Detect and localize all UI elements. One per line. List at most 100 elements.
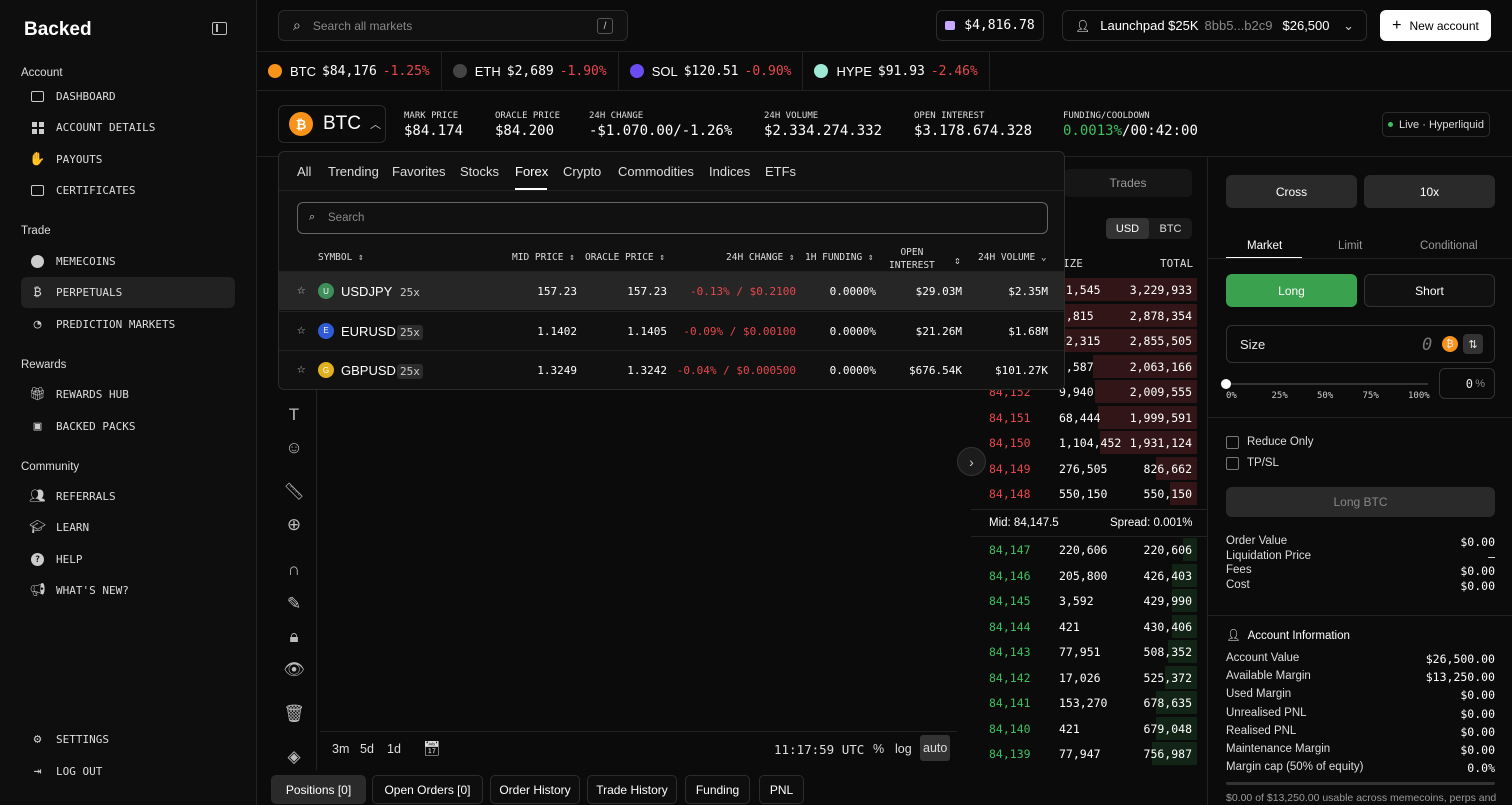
slider-mark[interactable]: 0% [1226, 391, 1237, 401]
category-indices[interactable]: Indices [709, 164, 750, 179]
bid-row[interactable]: 84,143 77,951 508,352 [971, 639, 1197, 664]
bid-row[interactable]: 84,146 205,800 426,403 [971, 563, 1197, 588]
size-slider-handle[interactable] [1221, 379, 1231, 389]
slider-mark[interactable]: 100% [1408, 391, 1430, 401]
market-search-input[interactable]: ⌕ Search [297, 202, 1048, 234]
tab-positions[interactable]: Positions [0] [271, 775, 366, 804]
bid-row[interactable]: 84,145 3,592 429,990 [971, 588, 1197, 613]
category-crypto[interactable]: Crypto [563, 164, 601, 179]
tab-trades[interactable]: Trades [1064, 169, 1192, 197]
tab-limit[interactable]: Limit [1338, 240, 1362, 252]
ask-row[interactable]: 84,151 68,444 1,999,591 [971, 405, 1197, 430]
col-1h-funding[interactable]: 1H FUNDING ⇕ [805, 252, 874, 263]
market-row[interactable]: ☆ U USDJPY 25x 157.23 157.23 -0.13% / $0.2100 0… [279, 271, 1064, 310]
log-toggle[interactable]: log [895, 742, 912, 756]
nav-logout[interactable]: ⇥ LOG OUT [21, 756, 235, 787]
col-oracle-price[interactable]: ORACLE PRICE ⇕ [585, 252, 665, 263]
ticker-hype[interactable]: HYPE $91.93 -2.46% [803, 52, 990, 90]
market-row[interactable]: ☆ G GBPUSD 25x 1.3249 1.3242 -0.04% / $0.00050… [279, 350, 1064, 389]
margin-mode-button[interactable]: Cross [1226, 175, 1357, 208]
tab-trade-history[interactable]: Trade History [587, 775, 677, 804]
ask-row[interactable]: 84,148 550,150 550,150 [971, 481, 1197, 506]
bid-row[interactable]: 84,147 220,606 220,606 [971, 537, 1197, 562]
bid-row[interactable]: 84,144 421 430,406 [971, 614, 1197, 639]
ruler-tool-icon[interactable]: 📏︎ [283, 481, 305, 503]
pencil-lock-icon[interactable]: ✎ [283, 593, 305, 615]
short-button[interactable]: Short [1364, 274, 1495, 307]
col-mid-price[interactable]: MID PRICE ⇕ [512, 252, 575, 263]
emoji-tool-icon[interactable]: ☺ [283, 437, 305, 459]
percent-toggle[interactable]: % [873, 742, 884, 756]
account-selector[interactable]: 👤︎ Launchpad $25K 8bb5...b2c9 $26,500 ⌄ [1062, 10, 1367, 41]
category-all[interactable]: All [297, 164, 311, 179]
nav-settings[interactable]: ⚙ SETTINGS [21, 724, 235, 755]
tab-pnl[interactable]: PNL [759, 775, 804, 804]
tab-order-history[interactable]: Order History [490, 775, 580, 804]
category-forex[interactable]: Forex [515, 164, 548, 179]
nav-perpetuals[interactable]: ₿ PERPETUALS [21, 277, 235, 308]
collapse-sidebar-icon[interactable] [212, 22, 227, 35]
unit-usd[interactable]: USD [1106, 218, 1149, 239]
ticker-eth[interactable]: ETH $2,689 -1.90% [442, 52, 619, 90]
ask-row[interactable]: 84,150 1,104,452 1,931,124 [971, 430, 1197, 455]
tab-conditional[interactable]: Conditional [1420, 240, 1478, 252]
new-account-button[interactable]: + New account [1380, 10, 1491, 41]
nav-account-details[interactable]: ACCOUNT DETAILS [21, 112, 235, 143]
nav-help[interactable]: ? HELP [21, 544, 235, 575]
col-24h-change[interactable]: 24H CHANGE ⇕ [726, 252, 795, 263]
nav-rewards-hub[interactable]: 🎁︎ REWARDS HUB [21, 379, 235, 410]
bid-row[interactable]: 84,141 153,270 678,635 [971, 690, 1197, 715]
favorite-star-icon[interactable]: ☆ [297, 282, 305, 298]
favorite-star-icon[interactable]: ☆ [297, 361, 305, 377]
ask-row[interactable]: 84,149 276,505 826,662 [971, 456, 1197, 481]
range-5d[interactable]: 5d [360, 742, 374, 756]
tab-funding[interactable]: Funding [685, 775, 750, 804]
auto-toggle[interactable]: auto [920, 735, 951, 761]
nav-referrals[interactable]: 👥︎ REFERRALS [21, 481, 235, 512]
zoom-in-icon[interactable]: ⊕ [283, 514, 305, 536]
slider-mark[interactable]: 25% [1272, 391, 1288, 401]
slider-mark[interactable]: 75% [1363, 391, 1379, 401]
range-3m[interactable]: 3m [332, 742, 349, 756]
bid-row[interactable]: 84,139 77,947 756,987 [971, 741, 1197, 766]
bid-row[interactable]: 84,142 17,026 525,372 [971, 665, 1197, 690]
lock-icon[interactable]: 🔒︎ [283, 626, 305, 648]
size-slider-track[interactable] [1226, 383, 1428, 385]
magnet-icon[interactable]: ∩ [283, 559, 305, 581]
tab-open-orders[interactable]: Open Orders [0] [372, 775, 483, 804]
category-commodities[interactable]: Commodities [618, 164, 694, 179]
global-search[interactable]: ⌕ Search all markets / [278, 10, 628, 41]
range-1d[interactable]: 1d [387, 742, 401, 756]
text-tool-icon[interactable]: T [283, 404, 305, 426]
category-trending[interactable]: Trending [328, 164, 379, 179]
tpsl-checkbox[interactable] [1226, 457, 1239, 470]
market-row[interactable]: ☆ E EURUSD 25x 1.1402 1.1405 -0.09% / $0.00100… [279, 310, 1064, 350]
tab-market[interactable]: Market [1247, 240, 1282, 252]
leverage-button[interactable]: 10x [1364, 175, 1495, 208]
favorite-star-icon[interactable]: ☆ [297, 322, 305, 338]
col-open-interest[interactable]: OPEN INTEREST [889, 246, 935, 272]
size-input[interactable]: Size 0 ₿ ⇅ [1226, 325, 1495, 363]
nav-payouts[interactable]: ✋ PAYOUTS [21, 144, 235, 175]
category-stocks[interactable]: Stocks [460, 164, 499, 179]
reduce-only-checkbox[interactable] [1226, 436, 1239, 449]
swap-unit-icon[interactable]: ⇅ [1463, 334, 1483, 354]
long-button[interactable]: Long [1226, 274, 1357, 307]
layers-icon[interactable]: ◈ [283, 746, 305, 768]
percent-input[interactable]: 0% [1439, 368, 1495, 399]
submit-order-button[interactable]: Long BTC [1226, 487, 1495, 517]
ticker-sol[interactable]: SOL $120.51 -0.90% [619, 52, 804, 90]
ticker-btc[interactable]: BTC $84,176 -1.25% [257, 52, 442, 90]
col-24h-volume[interactable]: 24H VOLUME ⌄ [978, 252, 1047, 263]
wallet-balance[interactable]: $4,816.78 [936, 10, 1044, 41]
symbol-selector[interactable]: ₿ BTC ︿ [278, 105, 386, 143]
nav-dashboard[interactable]: DASHBOARD [21, 81, 235, 112]
date-range-icon[interactable]: 📅︎ [423, 740, 441, 757]
bid-row[interactable]: 84,140 421 679,048 [971, 716, 1197, 741]
nav-backed-packs[interactable]: ▣ BACKED PACKS [21, 411, 235, 442]
category-etfs[interactable]: ETFs [765, 164, 796, 179]
nav-learn[interactable]: 🎓︎ LEARN [21, 512, 235, 543]
col-symbol[interactable]: SYMBOL ⇕ [318, 252, 364, 263]
nav-certificates[interactable]: CERTIFICATES [21, 175, 235, 206]
nav-whats-new[interactable]: 📢︎ WHAT'S NEW? [21, 575, 235, 606]
